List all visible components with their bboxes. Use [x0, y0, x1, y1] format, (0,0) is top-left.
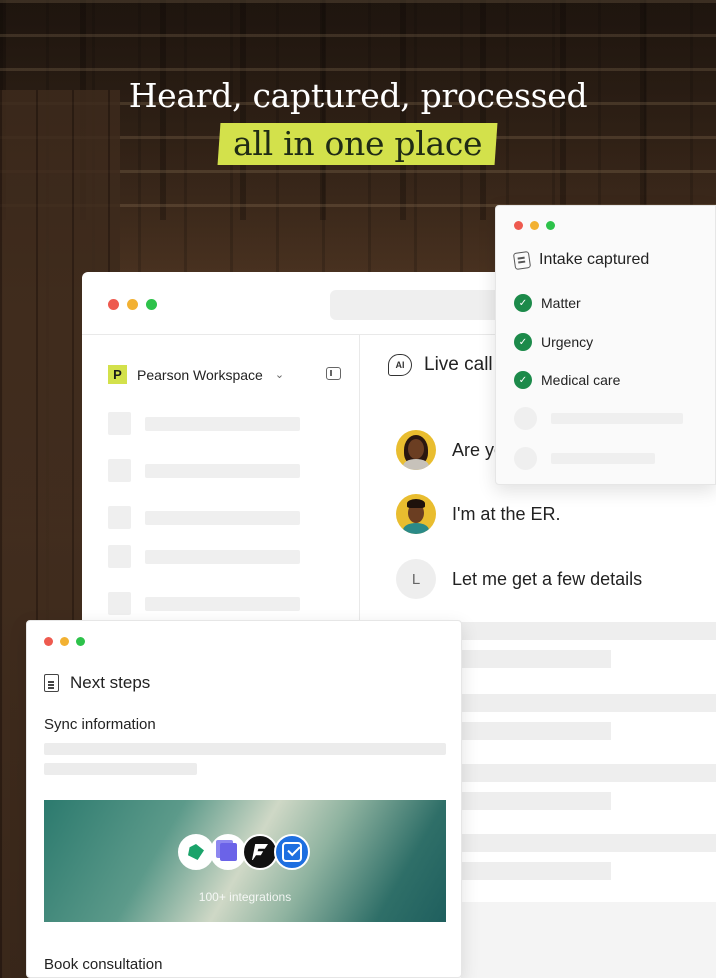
- next-steps-header: Next steps: [44, 673, 150, 693]
- intake-header: Intake captured: [512, 250, 650, 270]
- intake-item-label: Matter: [541, 295, 581, 311]
- document-stack-icon: [512, 250, 532, 270]
- blue-checkbox-icon: [274, 834, 310, 870]
- minimize-dot[interactable]: [530, 221, 539, 230]
- intake-item: ✓ Medical care: [514, 371, 620, 389]
- intake-window: Intake captured ✓ Matter ✓ Urgency ✓ Med…: [495, 205, 716, 485]
- window-controls: [514, 221, 555, 230]
- message-text: Let me get a few details: [452, 568, 643, 589]
- intake-item: ✓ Urgency: [514, 333, 593, 351]
- sidebar-item[interactable]: [108, 506, 300, 529]
- headline-line-1: Heard, captured, processed: [128, 76, 588, 115]
- sidebar-item[interactable]: [108, 412, 300, 435]
- headline-highlight: all in one place: [217, 123, 499, 165]
- maximize-dot[interactable]: [546, 221, 555, 230]
- intake-item-label: Urgency: [541, 334, 594, 350]
- workspace-switcher[interactable]: P Pearson Workspace ⌄: [108, 365, 284, 384]
- chat-message: L Let me get a few details: [396, 559, 642, 599]
- avatar: [396, 494, 436, 534]
- book-consultation-label[interactable]: Book consultation: [44, 956, 162, 973]
- chevron-down-icon: ⌄: [274, 369, 285, 381]
- black-f-logo-icon: [242, 834, 278, 870]
- window-controls: [44, 637, 85, 646]
- sidebar-item[interactable]: [108, 459, 300, 482]
- intake-item: ✓ Matter: [514, 294, 581, 312]
- next-steps-title: Next steps: [70, 673, 151, 692]
- minimize-dot[interactable]: [127, 299, 138, 310]
- window-controls: [108, 299, 157, 310]
- integrations-card[interactable]: 100+ integrations: [44, 800, 446, 922]
- maximize-dot[interactable]: [146, 299, 157, 310]
- panel-toggle-icon[interactable]: [326, 367, 341, 380]
- avatar: L: [396, 559, 436, 599]
- intake-item-label: Medical care: [541, 372, 621, 388]
- sidebar-item[interactable]: [108, 592, 300, 615]
- close-dot[interactable]: [108, 299, 119, 310]
- integrations-caption: 100+ integrations: [198, 890, 292, 904]
- headline: Heard, captured, processed all in one pl…: [0, 76, 716, 165]
- sync-label: Sync information: [44, 716, 156, 733]
- live-call-header: AI Live call: [388, 354, 493, 376]
- page-icon: [44, 674, 59, 692]
- maximize-dot[interactable]: [76, 637, 85, 646]
- close-dot[interactable]: [514, 221, 523, 230]
- message-text: I'm at the ER.: [452, 503, 561, 524]
- intake-placeholder: [514, 447, 655, 470]
- check-icon: ✓: [514, 294, 532, 312]
- workspace-logo: P: [108, 365, 127, 384]
- workspace-name: Pearson Workspace: [137, 366, 263, 383]
- close-dot[interactable]: [44, 637, 53, 646]
- next-steps-window: Next steps Sync information 100+ integra…: [26, 620, 462, 978]
- purple-books-icon: [210, 834, 246, 870]
- intake-placeholder: [514, 407, 683, 430]
- ai-chat-icon: AI: [388, 354, 412, 376]
- check-icon: ✓: [514, 371, 532, 389]
- green-gem-icon: [178, 834, 214, 870]
- check-icon: ✓: [514, 333, 532, 351]
- placeholder-line: [44, 763, 197, 775]
- placeholder-line: [44, 743, 446, 755]
- integration-icons: [178, 834, 310, 870]
- sidebar-item[interactable]: [108, 545, 300, 568]
- avatar: [396, 430, 436, 470]
- minimize-dot[interactable]: [60, 637, 69, 646]
- chat-message: I'm at the ER.: [396, 494, 560, 534]
- live-call-title: Live call: [424, 354, 493, 375]
- intake-title: Intake captured: [539, 251, 650, 268]
- headline-line-2: all in one place: [233, 124, 483, 163]
